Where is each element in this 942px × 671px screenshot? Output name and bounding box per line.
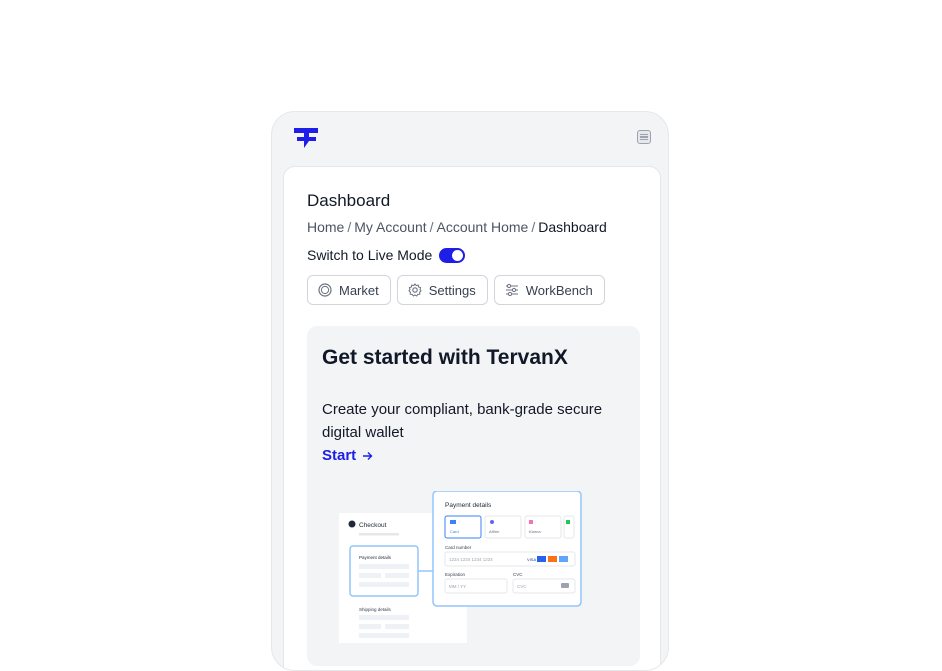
cvc-label: CVC: [513, 572, 523, 577]
breadcrumb-account-home[interactable]: Account Home: [437, 219, 529, 235]
cvc-placeholder: CVC: [517, 584, 527, 589]
breadcrumb-my-account[interactable]: My Account: [354, 219, 426, 235]
breadcrumb-separator: /: [347, 219, 352, 235]
tab-settings-label: Settings: [428, 282, 476, 298]
promo-description: Create your compliant, bank-grade secure…: [322, 401, 603, 441]
checkout-icon: [348, 520, 356, 528]
tab-market-label: Market: [339, 282, 379, 298]
tab-market[interactable]: Market: [307, 275, 391, 305]
tab-workbench-label: WorkBench: [525, 282, 593, 298]
method-more: [563, 515, 575, 539]
breadcrumb-separator: /: [531, 219, 536, 235]
expiration-placeholder: MM / YY: [449, 584, 466, 589]
get-started-panel: Get started with TervanX Create your com…: [307, 326, 640, 666]
live-mode-row: Switch to Live Mode: [307, 247, 466, 263]
expiration-label: Expiration: [445, 572, 466, 577]
breadcrumb-home[interactable]: Home: [307, 219, 344, 235]
tab-workbench[interactable]: WorkBench: [493, 275, 605, 305]
card-number-label: Card number: [445, 545, 472, 550]
card-number-placeholder: 1234 1234 1234 1234: [449, 557, 493, 562]
checkout-illustration: Checkout Payment details Shipping detail…: [339, 491, 582, 643]
tab-settings[interactable]: Settings: [396, 275, 488, 305]
toggle-knob: [452, 249, 464, 261]
arrow-right-icon: [363, 451, 373, 460]
live-mode-toggle[interactable]: [439, 247, 466, 263]
payment-details-small-label: Payment details: [359, 555, 392, 560]
svg-text:Card: Card: [450, 529, 459, 534]
page-title: Dashboard: [307, 191, 391, 210]
checkout-label: Checkout: [359, 522, 387, 529]
top-bar: [272, 112, 668, 166]
svg-text:Klarna: Klarna: [529, 529, 541, 534]
svg-text:Affirm: Affirm: [489, 529, 500, 534]
start-label: Start: [322, 447, 357, 464]
mobile-frame: Dashboard Home / My Account / Account Home / D…: [271, 111, 669, 671]
method-affirm: [484, 515, 522, 539]
promo-title: Get started with TervanX: [322, 346, 568, 369]
method-klarna: [524, 515, 562, 539]
workbench-icon: [505, 283, 518, 297]
tervanx-logo[interactable]: [292, 125, 320, 149]
live-mode-label: Switch to Live Mode: [307, 247, 433, 263]
payment-details-title: Payment details: [445, 502, 492, 509]
shipping-details-label: Shipping details: [359, 607, 392, 612]
gear-icon: [408, 283, 422, 297]
dashboard-card: Dashboard Home / My Account / Account Home / D…: [283, 166, 661, 670]
tab-bar: Market Settings WorkBench: [307, 275, 605, 305]
breadcrumb-current: Dashboard: [538, 219, 607, 235]
start-link[interactable]: Start: [322, 447, 373, 464]
payment-details-small-card: [349, 545, 419, 597]
menu-icon[interactable]: [637, 130, 651, 144]
breadcrumb-separator: /: [429, 219, 434, 235]
breadcrumb: Home / My Account / Account Home / Dashboard: [307, 219, 607, 235]
method-card: [444, 515, 482, 539]
visa-logo: VISA: [527, 557, 536, 562]
market-icon: [318, 283, 332, 297]
